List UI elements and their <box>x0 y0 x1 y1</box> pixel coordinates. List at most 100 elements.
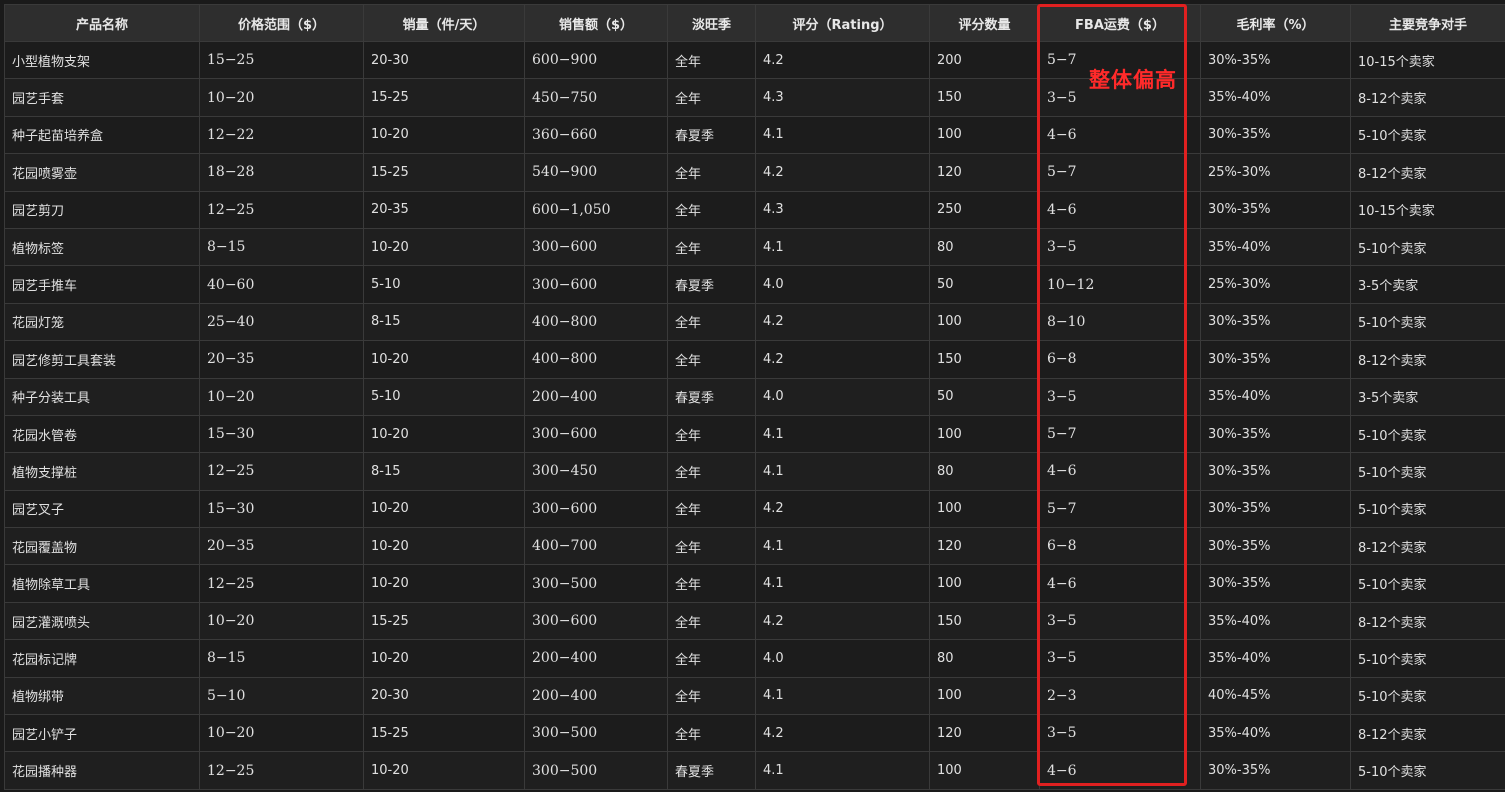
cell-gross-margin: 30%-35% <box>1200 302 1351 342</box>
cell-rating-count: 80 <box>929 227 1040 267</box>
table-row: 花园灯笼 25−40 8-15 400−800 全年 4.2 100 8−10 30%-35% 5… <box>4 302 1505 342</box>
cell-rating-count: 50 <box>929 377 1040 416</box>
table-row: 花园水管卷 15−30 10-20 300−600 全年 4.1 100 5−7 30%-35%… <box>4 414 1505 454</box>
table-row: 种子分装工具 10−20 5-10 200−400 春夏季 4.0 50 3−5 35%-40%… <box>4 377 1505 416</box>
table-row: 花园喷雾壶 18−28 15-25 540−900 全年 4.2 120 5−7 25%-30%… <box>4 153 1505 192</box>
cell-revenue: 300−500 <box>524 714 668 753</box>
cell-price-range: 10−20 <box>199 377 364 416</box>
cell-price-range: 8−15 <box>199 639 364 678</box>
cell-sales-volume: 10-20 <box>363 489 525 529</box>
cell-revenue: 200−400 <box>524 377 668 416</box>
cell-rating-count: 100 <box>929 751 1040 790</box>
cell-rating-count: 120 <box>929 527 1040 566</box>
cell-product-name: 园艺手推车 <box>4 265 200 304</box>
cell-fba-fee: 5−7 <box>1039 489 1201 529</box>
cell-rating: 4.2 <box>755 153 930 192</box>
cell-rating: 4.1 <box>755 564 930 603</box>
cell-product-name: 植物除草工具 <box>4 564 200 603</box>
table-row: 花园播种器 12−25 10-20 300−500 春夏季 4.1 100 4−6 30%-35… <box>4 751 1505 790</box>
header-price-range: 价格范围（$） <box>199 4 364 42</box>
cell-price-range: 40−60 <box>199 265 364 304</box>
product-table: 产品名称 价格范围（$） 销量（件/天） 销售额（$） 淡旺季 评分（Rating） 评分数… <box>4 4 1505 790</box>
cell-rating-count: 80 <box>929 452 1040 491</box>
cell-season: 全年 <box>667 78 756 117</box>
cell-sales-volume: 15-25 <box>363 153 525 192</box>
cell-fba-fee: 5−7 <box>1039 414 1201 454</box>
cell-gross-margin: 35%-40% <box>1200 601 1351 641</box>
cell-fba-fee: 4−6 <box>1039 115 1201 155</box>
cell-competitors: 5-10个卖家 <box>1350 489 1505 529</box>
cell-fba-fee: 2−3 <box>1039 676 1201 716</box>
cell-season: 全年 <box>667 714 756 753</box>
table-row: 园艺剪刀 12−25 20-35 600−1,050 全年 4.3 250 4−6 30%-35… <box>4 190 1505 229</box>
cell-revenue: 300−600 <box>524 489 668 529</box>
cell-price-range: 12−25 <box>199 452 364 491</box>
cell-competitors: 3-5个卖家 <box>1350 265 1505 304</box>
cell-season: 全年 <box>667 227 756 267</box>
cell-product-name: 小型植物支架 <box>4 40 200 80</box>
cell-rating-count: 250 <box>929 190 1040 229</box>
cell-price-range: 15−30 <box>199 414 364 454</box>
cell-competitors: 8-12个卖家 <box>1350 714 1505 753</box>
cell-revenue: 300−600 <box>524 227 668 267</box>
cell-gross-margin: 30%-35% <box>1200 340 1351 379</box>
cell-season: 春夏季 <box>667 265 756 304</box>
cell-fba-fee: 3−5 <box>1039 601 1201 641</box>
cell-rating-count: 100 <box>929 489 1040 529</box>
cell-gross-margin: 40%-45% <box>1200 676 1351 716</box>
cell-fba-fee: 6−8 <box>1039 340 1201 379</box>
cell-product-name: 花园水管卷 <box>4 414 200 454</box>
cell-price-range: 8−15 <box>199 227 364 267</box>
cell-rating: 4.2 <box>755 601 930 641</box>
cell-fba-fee: 5−7 <box>1039 153 1201 192</box>
cell-product-name: 园艺剪刀 <box>4 190 200 229</box>
table-row: 植物绑带 5−10 20-30 200−400 全年 4.1 100 2−3 40%-45% 5-… <box>4 676 1505 716</box>
cell-gross-margin: 25%-30% <box>1200 153 1351 192</box>
cell-price-range: 5−10 <box>199 676 364 716</box>
cell-product-name: 花园喷雾壶 <box>4 153 200 192</box>
cell-fba-fee: 3−5 <box>1039 377 1201 416</box>
cell-gross-margin: 30%-35% <box>1200 489 1351 529</box>
cell-season: 全年 <box>667 527 756 566</box>
cell-product-name: 植物标签 <box>4 227 200 267</box>
cell-rating-count: 80 <box>929 639 1040 678</box>
header-row: 产品名称 价格范围（$） 销量（件/天） 销售额（$） 淡旺季 评分（Rating） 评分数… <box>4 4 1505 42</box>
cell-season: 全年 <box>667 414 756 454</box>
cell-revenue: 450−750 <box>524 78 668 117</box>
cell-fba-fee: 4−6 <box>1039 452 1201 491</box>
header-gross-margin: 毛利率（%） <box>1200 4 1351 42</box>
cell-rating-count: 100 <box>929 302 1040 342</box>
cell-rating-count: 100 <box>929 115 1040 155</box>
cell-rating: 4.1 <box>755 527 930 566</box>
cell-sales-volume: 10-20 <box>363 751 525 790</box>
cell-price-range: 10−20 <box>199 601 364 641</box>
cell-revenue: 400−800 <box>524 340 668 379</box>
table-row: 花园覆盖物 20−35 10-20 400−700 全年 4.1 120 6−8 30%-35%… <box>4 527 1505 566</box>
cell-product-name: 园艺叉子 <box>4 489 200 529</box>
header-rating: 评分（Rating） <box>755 4 930 42</box>
cell-sales-volume: 5-10 <box>363 265 525 304</box>
cell-competitors: 5-10个卖家 <box>1350 639 1505 678</box>
cell-price-range: 25−40 <box>199 302 364 342</box>
cell-season: 全年 <box>667 489 756 529</box>
cell-season: 全年 <box>667 564 756 603</box>
cell-gross-margin: 30%-35% <box>1200 115 1351 155</box>
cell-revenue: 300−600 <box>524 265 668 304</box>
cell-revenue: 300−500 <box>524 751 668 790</box>
cell-price-range: 15−30 <box>199 489 364 529</box>
cell-fba-fee: 6−8 <box>1039 527 1201 566</box>
cell-fba-fee: 3−5 <box>1039 714 1201 753</box>
cell-revenue: 200−400 <box>524 676 668 716</box>
cell-price-range: 10−20 <box>199 714 364 753</box>
table-row: 种子起苗培养盒 12−22 10-20 360−660 春夏季 4.1 100 4−6 30%-… <box>4 115 1505 155</box>
cell-season: 全年 <box>667 676 756 716</box>
cell-fba-fee: 3−5 <box>1039 639 1201 678</box>
cell-competitors: 5-10个卖家 <box>1350 302 1505 342</box>
cell-competitors: 10-15个卖家 <box>1350 40 1505 80</box>
cell-product-name: 花园播种器 <box>4 751 200 790</box>
cell-gross-margin: 30%-35% <box>1200 40 1351 80</box>
cell-price-range: 20−35 <box>199 340 364 379</box>
table-row: 植物支撑桩 12−25 8-15 300−450 全年 4.1 80 4−6 30%-35% 5-… <box>4 452 1505 491</box>
cell-rating-count: 150 <box>929 601 1040 641</box>
header-sales-volume: 销量（件/天） <box>363 4 525 42</box>
